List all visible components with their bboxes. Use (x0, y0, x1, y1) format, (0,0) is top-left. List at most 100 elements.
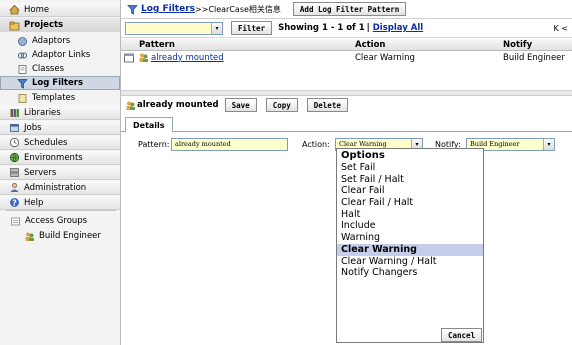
action-label: Action: (302, 139, 330, 149)
globe-icon (9, 152, 20, 163)
sidebar-item-libraries[interactable]: Libraries (0, 106, 120, 120)
jobs-icon (9, 122, 20, 133)
sidebar-item-label: Templates (32, 93, 76, 103)
breadcrumb-log-filters[interactable]: Log Filters (141, 4, 195, 14)
option-notify-changers[interactable]: Notify Changers (337, 267, 483, 279)
tab-details[interactable]: Details (125, 117, 173, 133)
schedule-icon (9, 137, 20, 148)
option-clear-fail-halt[interactable]: Clear Fail / Halt (337, 197, 483, 209)
option-include[interactable]: Include (337, 220, 483, 232)
options-header: Options (341, 150, 385, 161)
funnel-icon (17, 78, 28, 89)
users-icon (24, 231, 35, 242)
results-count: Showing 1 - 1 of 1 (278, 23, 365, 33)
pattern-value: already mounted (175, 140, 231, 148)
sidebar-item-schedules[interactable]: Schedules (0, 136, 120, 150)
filter-button[interactable]: Filter (231, 21, 273, 35)
sidebar-item-projects[interactable]: Projects (0, 18, 120, 32)
sidebar-item-templates[interactable]: Templates (0, 91, 120, 105)
funnel-icon (127, 4, 138, 15)
option-clear-warning-halt[interactable]: Clear Warning / Halt (337, 256, 483, 268)
access-groups-label: Access Groups (25, 216, 88, 226)
library-icon (9, 107, 20, 118)
row-detail-icon[interactable] (124, 51, 135, 64)
add-log-filter-pattern-button[interactable]: Add Log Filter Pattern (292, 2, 407, 16)
copy-button[interactable]: Copy (265, 98, 298, 112)
action-value: Clear Warning (339, 140, 387, 148)
sidebar-item-label: Schedules (24, 137, 68, 148)
option-clear-warning[interactable]: Clear Warning (337, 243, 483, 256)
svg-text:?: ? (12, 199, 17, 208)
sidebar-item-log-filters[interactable]: Log Filters (0, 76, 120, 90)
option-set-fail[interactable]: Set Fail (337, 162, 483, 174)
sidebar-item-environments[interactable]: Environments (0, 151, 120, 165)
sidebar-item-label: Projects (24, 20, 64, 30)
sidebar: Home Projects Adaptors Adaptor Links Cla… (0, 0, 121, 345)
column-header-action[interactable]: Action (355, 39, 386, 50)
adaptor-icon (17, 36, 28, 47)
sidebar-item-home[interactable]: Home (0, 3, 120, 17)
help-icon: ? (9, 197, 20, 208)
option-clear-fail[interactable]: Clear Fail (337, 185, 483, 197)
sidebar-item-classes[interactable]: Classes (0, 62, 120, 76)
row-action: Clear Warning (355, 52, 415, 63)
access-groups-item[interactable]: Access Groups (10, 214, 114, 228)
pattern-link[interactable]: already mounted (151, 51, 224, 64)
group-icon (138, 51, 149, 64)
house-icon (9, 4, 20, 15)
header-bar: Log Filters >>ClearCase相关信息 Add Log Filt… (121, 0, 572, 19)
template-icon (17, 93, 28, 104)
sidebar-item-label: Adaptors (32, 36, 71, 46)
display-all-link[interactable]: Display All (373, 23, 423, 33)
access-group-label: Build Engineer (39, 231, 101, 241)
sidebar-item-label: Classes (32, 64, 65, 74)
pattern-input[interactable]: already mounted (171, 137, 288, 151)
class-icon (17, 64, 28, 75)
sidebar-item-label: Jobs (24, 122, 42, 133)
sidebar-item-label: Administration (24, 182, 87, 193)
breadcrumb-current: >>ClearCase相关信息 (195, 4, 281, 14)
save-button[interactable]: Save (224, 98, 257, 112)
access-group-build-engineer[interactable]: Build Engineer (24, 229, 114, 243)
sidebar-item-jobs[interactable]: Jobs (0, 121, 120, 135)
sidebar-item-administration[interactable]: Administration (0, 181, 120, 195)
admin-icon (9, 182, 20, 193)
pager-controls[interactable]: K < (554, 24, 569, 33)
sidebar-item-label: Servers (24, 167, 57, 178)
row-notify: Build Engineer (503, 52, 565, 63)
sidebar-item-label: Home (24, 4, 50, 15)
sidebar-item-servers[interactable]: Servers (0, 166, 120, 180)
table-row[interactable]: already mounted Clear Warning Build Engi… (121, 51, 572, 64)
notify-value: Build Engineer (470, 140, 520, 148)
sidebar-item-label: Libraries (24, 107, 61, 118)
link-icon (17, 50, 28, 61)
option-warning[interactable]: Warning (337, 232, 483, 244)
column-header-pattern[interactable]: Pattern (139, 39, 175, 50)
sidebar-item-help[interactable]: ? Help (0, 196, 120, 210)
access-groups-panel: Access Groups Build Engineer (6, 210, 116, 244)
action-options-dropdown: Options Set Fail Set Fail / Halt Clear F… (336, 148, 484, 343)
server-icon (9, 167, 20, 178)
tab-strip: Details (121, 114, 572, 133)
grid-header: Pattern Action Notify (121, 39, 572, 51)
sidebar-item-label: Environments (24, 152, 83, 163)
chevron-down-icon: ▾ (211, 22, 222, 34)
cancel-button[interactable]: Cancel (441, 328, 483, 342)
option-halt[interactable]: Halt (337, 209, 483, 221)
sidebar-item-label: Help (24, 197, 44, 208)
chevron-down-icon: ▾ (543, 138, 554, 150)
folder-icon (9, 20, 20, 31)
detail-title: already mounted (137, 100, 219, 110)
pattern-label: Pattern: (138, 139, 170, 149)
column-header-notify[interactable]: Notify (503, 39, 532, 50)
detail-toolbar: already mounted Save Copy Delete (121, 96, 572, 114)
filter-bar: ▾ Filter Showing 1 - 1 of 1 | Display Al… (121, 19, 572, 38)
sidebar-item-adaptors[interactable]: Adaptors (0, 34, 120, 48)
filter-select[interactable]: ▾ (125, 21, 223, 35)
option-set-fail-halt[interactable]: Set Fail / Halt (337, 174, 483, 186)
sidebar-item-adaptor-links[interactable]: Adaptor Links (0, 48, 120, 62)
delete-button[interactable]: Delete (306, 98, 348, 112)
group-icon (125, 100, 136, 111)
sidebar-item-label: Log Filters (32, 78, 84, 88)
group-icon (10, 216, 21, 227)
